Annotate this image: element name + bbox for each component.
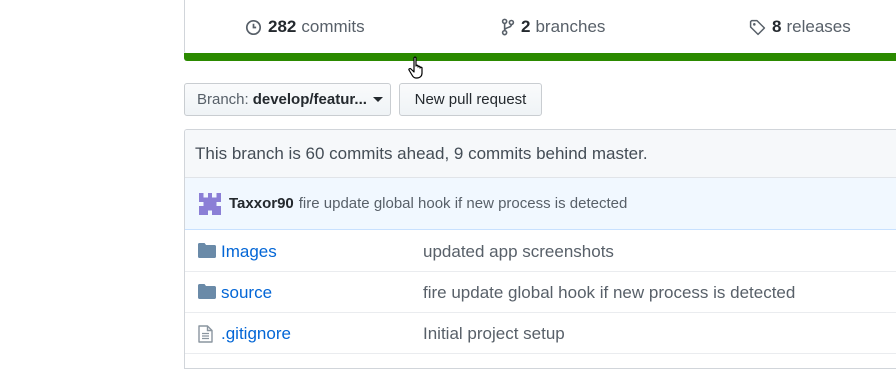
commit-message[interactable]: fire update global hook if new process i… <box>299 195 628 212</box>
commits-label: commits <box>301 17 365 36</box>
tag-icon <box>749 19 766 35</box>
branches-count: 2 <box>521 17 531 36</box>
file-name[interactable]: Images <box>221 242 277 262</box>
branch-prefix: Branch: <box>197 91 249 108</box>
file-navigation-panel: This branch is 60 commits ahead, 9 commi… <box>184 129 896 369</box>
commits-link[interactable]: 282 commits <box>245 15 365 39</box>
branches-link[interactable]: 2 branches <box>501 15 605 39</box>
folder-icon <box>198 284 216 299</box>
releases-count: 8 <box>772 17 782 36</box>
latest-commit-bar: Taxxor90 fire update global hook if new … <box>185 178 896 230</box>
commit-author[interactable]: Taxxor90 <box>229 195 294 212</box>
folder-icon <box>198 243 216 258</box>
avatar[interactable] <box>199 192 221 215</box>
branch-icon <box>501 18 515 36</box>
history-icon <box>245 19 262 35</box>
branch-status: This branch is 60 commits ahead, 9 commi… <box>185 130 896 178</box>
commits-count: 282 <box>268 17 297 36</box>
file-commit-message[interactable]: Initial project setup <box>423 324 565 344</box>
releases-link[interactable]: 8 releases <box>749 15 851 39</box>
file-row: Images updated app screenshots <box>185 231 896 272</box>
branches-label: branches <box>535 17 606 36</box>
repo-summary: 282 commits 2 branches 8 releases <box>184 0 896 54</box>
file-commit-message[interactable]: updated app screenshots <box>423 242 614 262</box>
hand-cursor-icon <box>408 56 423 79</box>
caret-down-icon <box>372 97 383 102</box>
file-row: .gitignore Initial project setup <box>185 313 896 354</box>
file-name[interactable]: .gitignore <box>221 324 291 344</box>
branch-select-button[interactable]: Branch: develop/featur... <box>184 83 391 116</box>
new-pull-request-button[interactable]: New pull request <box>399 83 542 116</box>
language-bar[interactable] <box>184 53 896 61</box>
releases-label: releases <box>786 17 851 36</box>
file-icon <box>198 325 213 343</box>
file-row: source fire update global hook if new pr… <box>185 272 896 313</box>
file-commit-message[interactable]: fire update global hook if new process i… <box>423 283 795 303</box>
file-name[interactable]: source <box>221 283 272 303</box>
branch-name: develop/featur... <box>252 91 367 108</box>
